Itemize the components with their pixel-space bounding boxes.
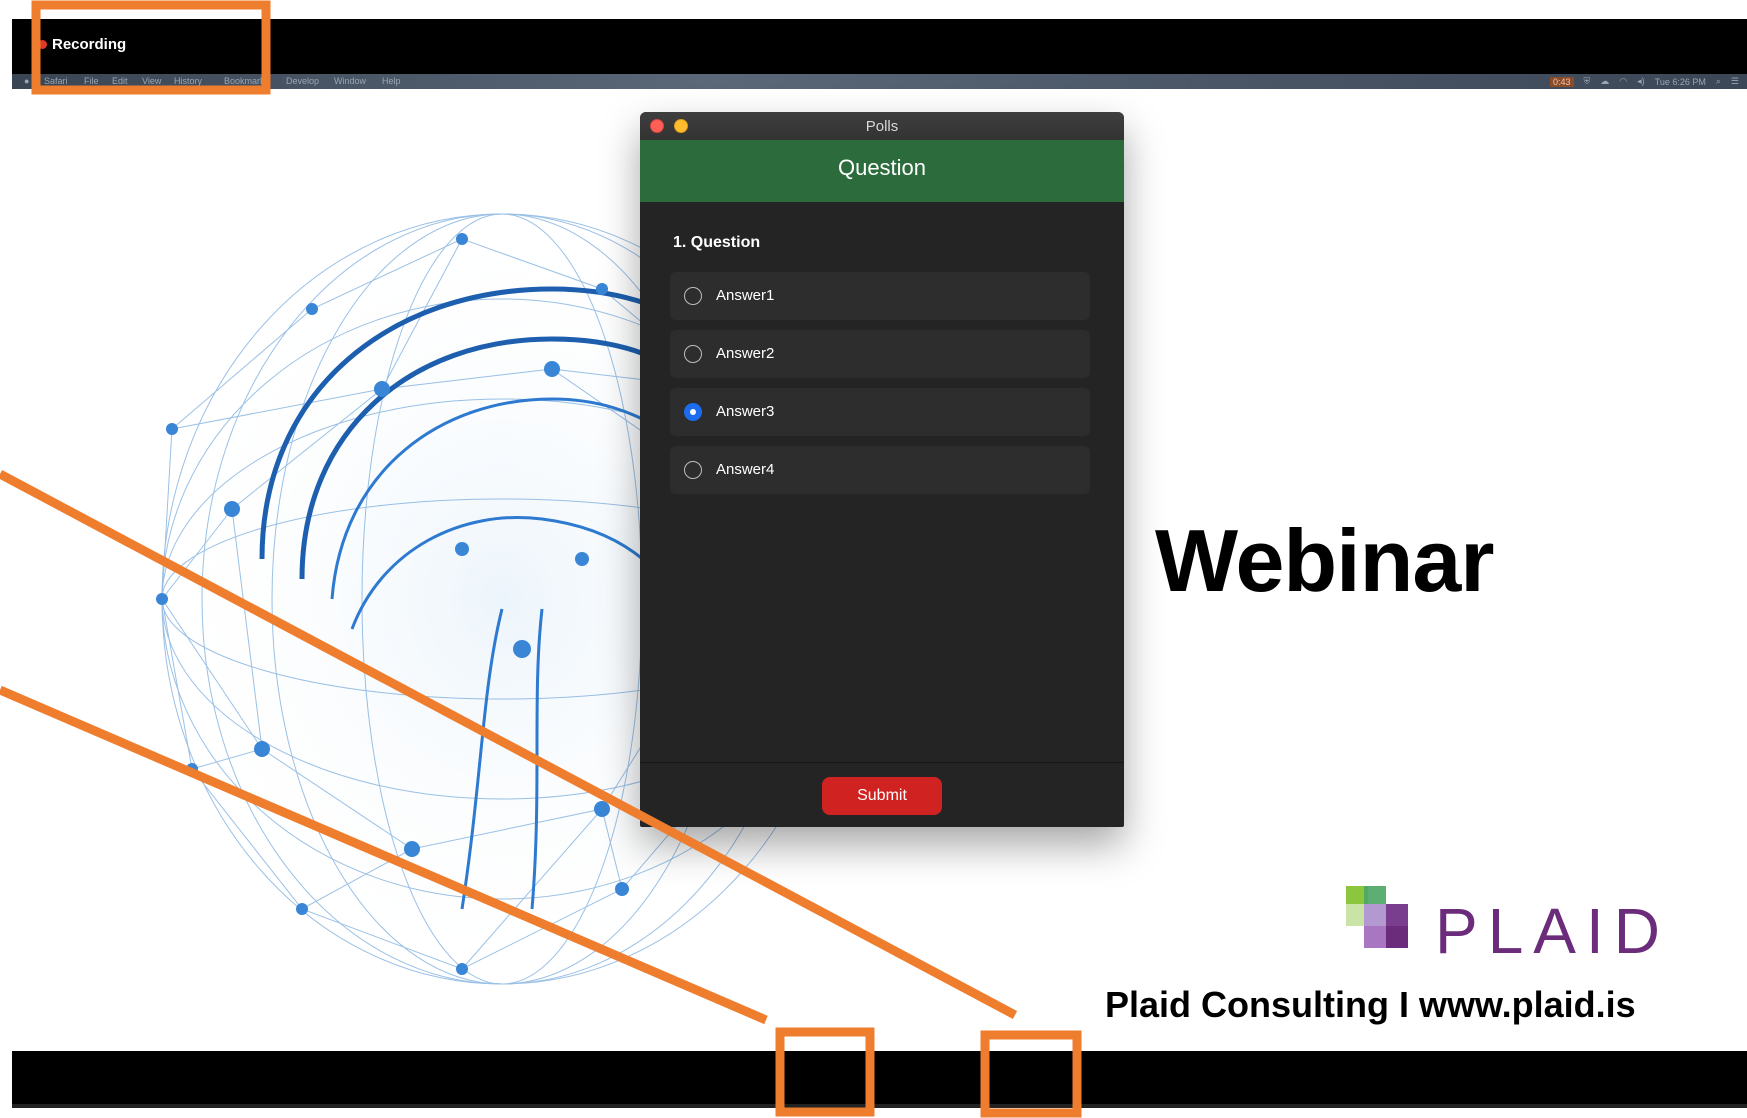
question-header: Question [640, 140, 1124, 202]
polls-window: Polls Question 1. Question Answer1 Answe… [640, 112, 1124, 827]
plaid-logo-icon [1346, 886, 1408, 948]
answer-option-1[interactable]: Answer1 [670, 272, 1090, 320]
menu-clock[interactable]: Tue 6:26 PM [1655, 77, 1706, 87]
menu-develop[interactable]: Develop [286, 76, 319, 86]
bottom-bar [12, 1051, 1747, 1108]
search-icon[interactable]: ⌕ [1716, 76, 1721, 87]
wifi-icon[interactable]: ◠ [1619, 76, 1627, 87]
recording-label: Recording [52, 36, 127, 53]
answer-label: Answer4 [716, 461, 775, 478]
recording-bar [12, 19, 1747, 74]
menu-safari[interactable]: Safari [44, 76, 68, 86]
menu-window[interactable]: Window [334, 76, 366, 86]
polls-titlebar[interactable]: Polls [640, 112, 1124, 141]
slide-footer: Plaid Consulting I www.plaid.is [1105, 984, 1636, 1025]
question-text: 1. Question [673, 234, 761, 251]
submit-button[interactable]: Submit [822, 777, 942, 815]
plaid-logo-word: PLAID [1435, 895, 1670, 967]
menu-file[interactable]: File [84, 76, 99, 86]
slide-title: Webinar [1155, 511, 1495, 610]
radio-selected-icon[interactable] [684, 403, 702, 421]
shield-icon[interactable]: ⛨ [1584, 76, 1591, 87]
radio-unselected-icon[interactable] [684, 287, 702, 305]
answer-label: Answer2 [716, 345, 775, 362]
answer-label: Answer3 [716, 403, 775, 420]
recording-dot-icon [38, 40, 47, 49]
cloud-icon[interactable]: ☁ [1600, 76, 1609, 87]
volume-icon[interactable]: ◂) [1637, 76, 1645, 87]
window-title: Polls [865, 118, 899, 135]
footer-divider [640, 762, 1124, 763]
bottom-bar-divider [12, 1104, 1747, 1108]
radio-unselected-icon[interactable] [684, 345, 702, 363]
menu-status-area: 0:43 ⛨ ☁ ◠ ◂) Tue 6:26 PM ⌕ ☰ [1550, 76, 1739, 87]
radio-unselected-icon[interactable] [684, 461, 702, 479]
menu-bookmarks[interactable]: Bookmarks [224, 76, 269, 86]
answer-label: Answer1 [716, 287, 775, 304]
menu-help[interactable]: Help [382, 76, 401, 86]
answer-option-2[interactable]: Answer2 [670, 330, 1090, 378]
answer-option-4[interactable]: Answer4 [670, 446, 1090, 494]
answer-option-3[interactable]: Answer3 [670, 388, 1090, 436]
menu-edit[interactable]: Edit [112, 76, 128, 86]
list-icon[interactable]: ☰ [1731, 76, 1739, 87]
apple-icon[interactable]: ● [24, 76, 29, 86]
mac-menu-bar: ● Safari File Edit View History Bookmark… [12, 74, 1747, 89]
menu-view[interactable]: View [142, 76, 161, 86]
battery-time: 0:43 [1550, 76, 1574, 87]
menu-history[interactable]: History [174, 76, 202, 86]
